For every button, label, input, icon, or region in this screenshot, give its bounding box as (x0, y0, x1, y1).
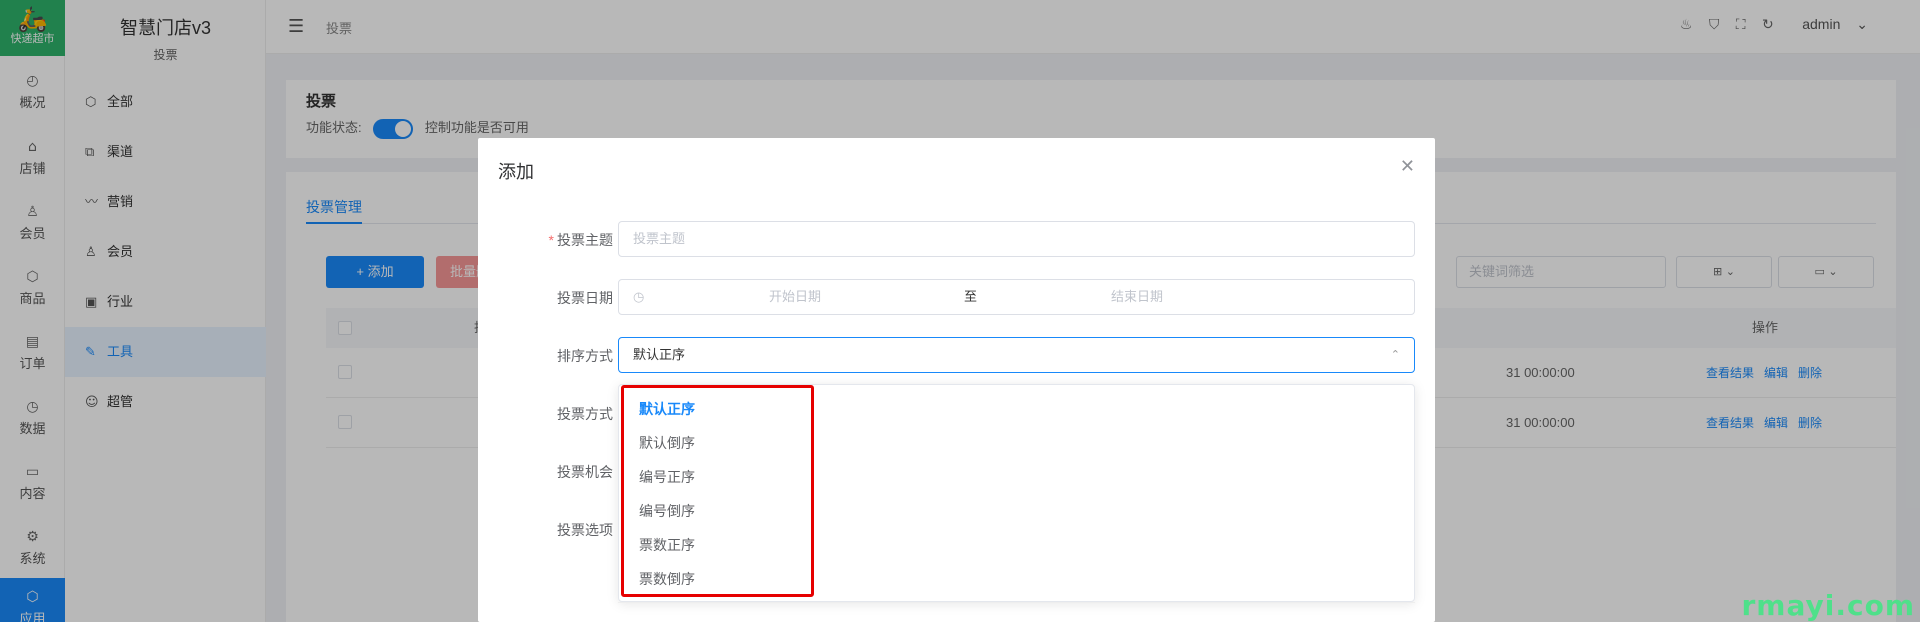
sort-select-value: 默认正序 (633, 347, 686, 362)
start-date-input[interactable]: 开始日期 (769, 280, 821, 314)
watermark: rmayi.com (1741, 589, 1915, 622)
date-label: 投票日期 (557, 290, 613, 306)
chevron-up-icon: ⌃ (1390, 348, 1400, 361)
close-icon[interactable]: ✕ (1400, 156, 1415, 177)
dialog-title: 添加 (498, 162, 534, 182)
subject-input[interactable]: 投票主题 (618, 221, 1415, 257)
range-separator: 至 (964, 289, 978, 304)
required-mark: * (548, 232, 554, 248)
method-label: 投票方式 (557, 406, 613, 422)
date-range-picker[interactable]: ◷ 开始日期 至 结束日期 (618, 279, 1415, 315)
sort-label: 排序方式 (557, 348, 613, 364)
end-date-input[interactable]: 结束日期 (1111, 280, 1163, 314)
sort-dropdown-menu: 默认正序 默认倒序 编号正序 编号倒序 票数正序 票数倒序 (618, 384, 1415, 602)
highlight-box (621, 385, 814, 597)
clock-icon: ◷ (633, 290, 645, 305)
options-label: 投票选项 (557, 522, 613, 538)
chance-label: 投票机会 (557, 464, 613, 480)
options-table-edge (618, 602, 1415, 622)
subject-label: * 投票主题 (548, 232, 613, 248)
app-root: 🛵 快递超市 ◴ 概况 ⌂ 店铺 ♙ 会员 ⬡ 商品 ▤ 订单 ◷ 数据 ▭ 内… (0, 0, 1920, 622)
sort-select[interactable]: 默认正序 ⌃ (618, 337, 1415, 373)
add-vote-dialog: 添加 ✕ * 投票主题 投票主题 投票日期 ◷ 开始日期 至 结束日期 排序方式 … (478, 138, 1435, 622)
